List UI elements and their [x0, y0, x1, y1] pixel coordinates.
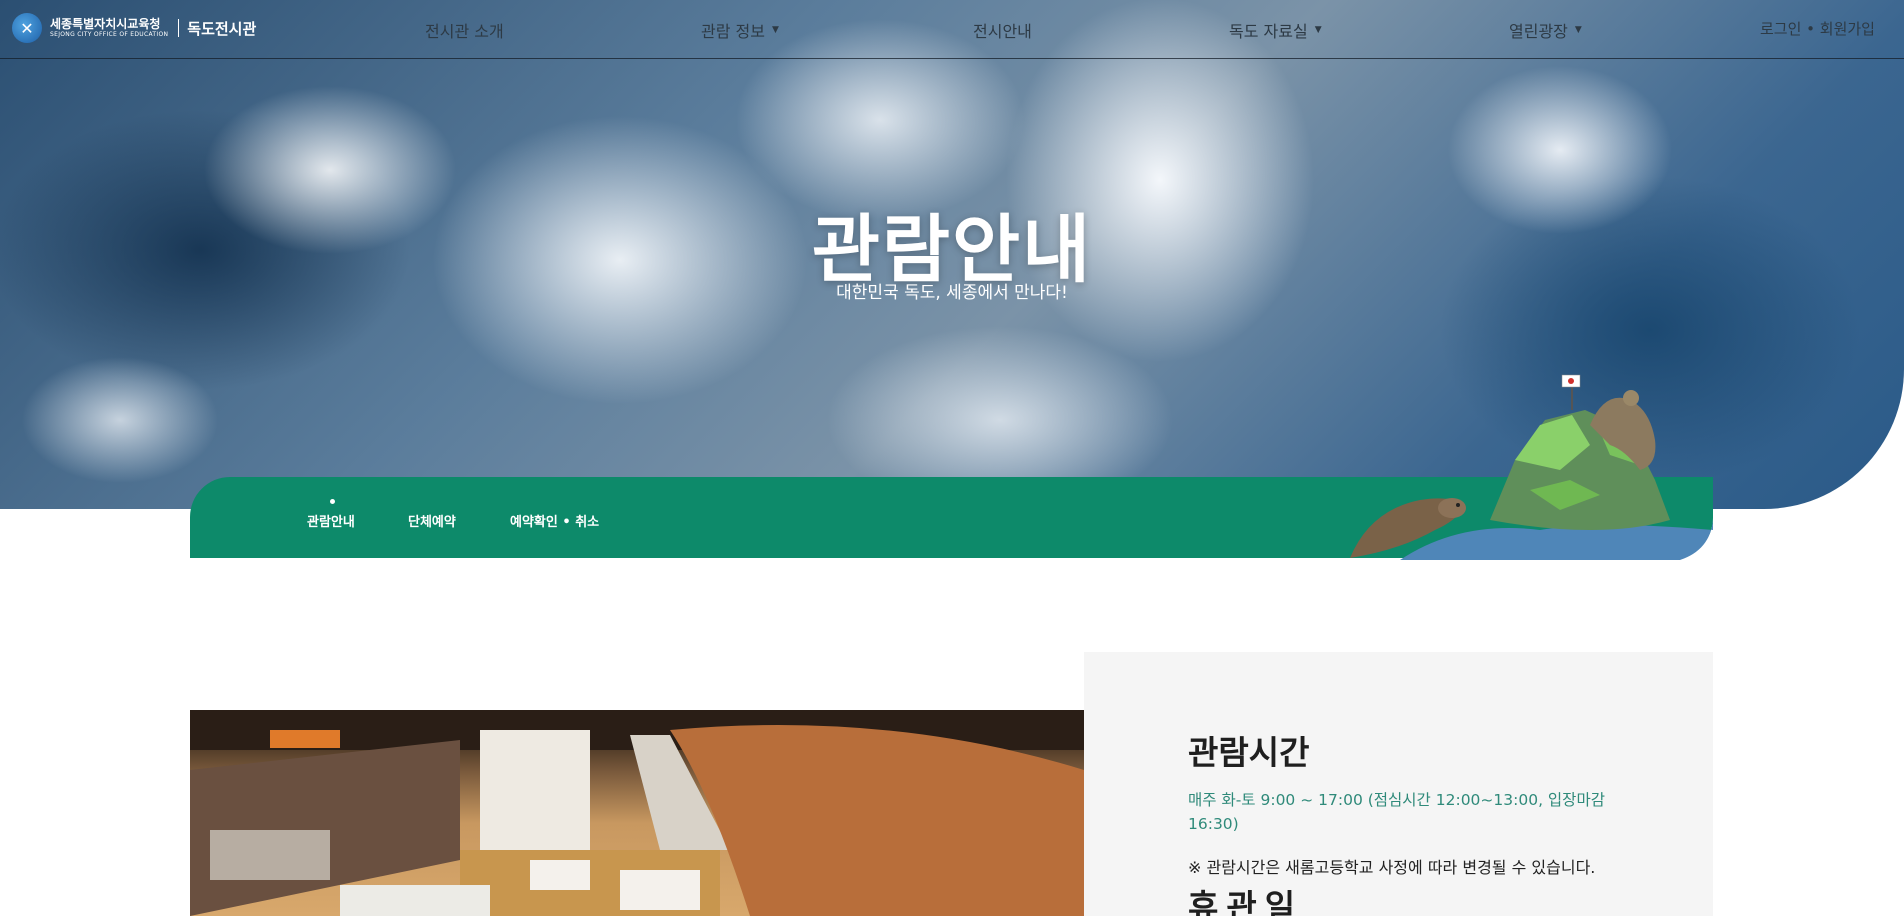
nav-item-open-square[interactable]: 열린광장 ▼	[1509, 18, 1582, 42]
subnav-item-group-reservation[interactable]: 단체예약	[408, 511, 456, 530]
top-navigation: ✕ 세종특별자치시교육청 SEJONG CITY OFFICE OF EDUCA…	[0, 0, 1904, 59]
nav-item-label: 열린광장	[1509, 22, 1568, 41]
caret-down-icon: ▼	[1314, 25, 1322, 35]
logo-site-name: 독도전시관	[187, 19, 257, 38]
closed-days-title: 휴관일	[1188, 887, 1304, 916]
dokdo-island-sea-lion-illustration	[1350, 374, 1713, 560]
subnav-item-visit-guide[interactable]: 관람안내	[307, 511, 355, 530]
nav-item-label: 전시관 소개	[425, 22, 504, 41]
login-signup-link[interactable]: 로그인 • 회원가입	[1760, 18, 1904, 39]
nav-item-label: 관람 정보	[701, 22, 765, 41]
logo-org-name-en: SEJONG CITY OFFICE OF EDUCATION	[50, 31, 169, 38]
page-subtitle: 대한민국 독도, 세종에서 만나다!	[836, 283, 1068, 303]
subnav-item-reservation-check[interactable]: 예약확인 • 취소	[510, 511, 599, 530]
visit-hours-note: ※ 관람시간은 새롬고등학교 사정에 따라 변경될 수 있습니다.	[1188, 858, 1596, 877]
active-indicator-icon	[330, 499, 335, 504]
nav-item-about[interactable]: 전시관 소개	[425, 18, 504, 42]
logo-divider	[178, 19, 180, 37]
nav-item-exhibition[interactable]: 전시안내	[973, 18, 1032, 42]
caret-down-icon: ▼	[1574, 25, 1582, 35]
nav-item-label: 독도 자료실	[1229, 22, 1308, 41]
logo-org-name: 세종특별자치시교육청	[50, 17, 161, 31]
exhibition-hall-photo	[190, 710, 1084, 916]
site-logo[interactable]: ✕ 세종특별자치시교육청 SEJONG CITY OFFICE OF EDUCA…	[12, 12, 256, 44]
visit-hours-title: 관람시간	[1188, 733, 1310, 772]
caret-down-icon: ▼	[771, 25, 779, 35]
nav-item-label: 전시안내	[973, 22, 1032, 41]
visit-info-panel: 관람시간 매주 화-토 9:00 ~ 17:00 (점심시간 12:00~13:…	[1084, 652, 1713, 916]
nav-item-archive[interactable]: 독도 자료실 ▼	[1229, 18, 1322, 42]
visit-hours-text: 매주 화-토 9:00 ~ 17:00 (점심시간 12:00~13:00, 입…	[1188, 791, 1605, 833]
nav-item-visit-info[interactable]: 관람 정보 ▼	[701, 18, 779, 42]
sejong-education-logo-icon: ✕	[12, 13, 42, 43]
